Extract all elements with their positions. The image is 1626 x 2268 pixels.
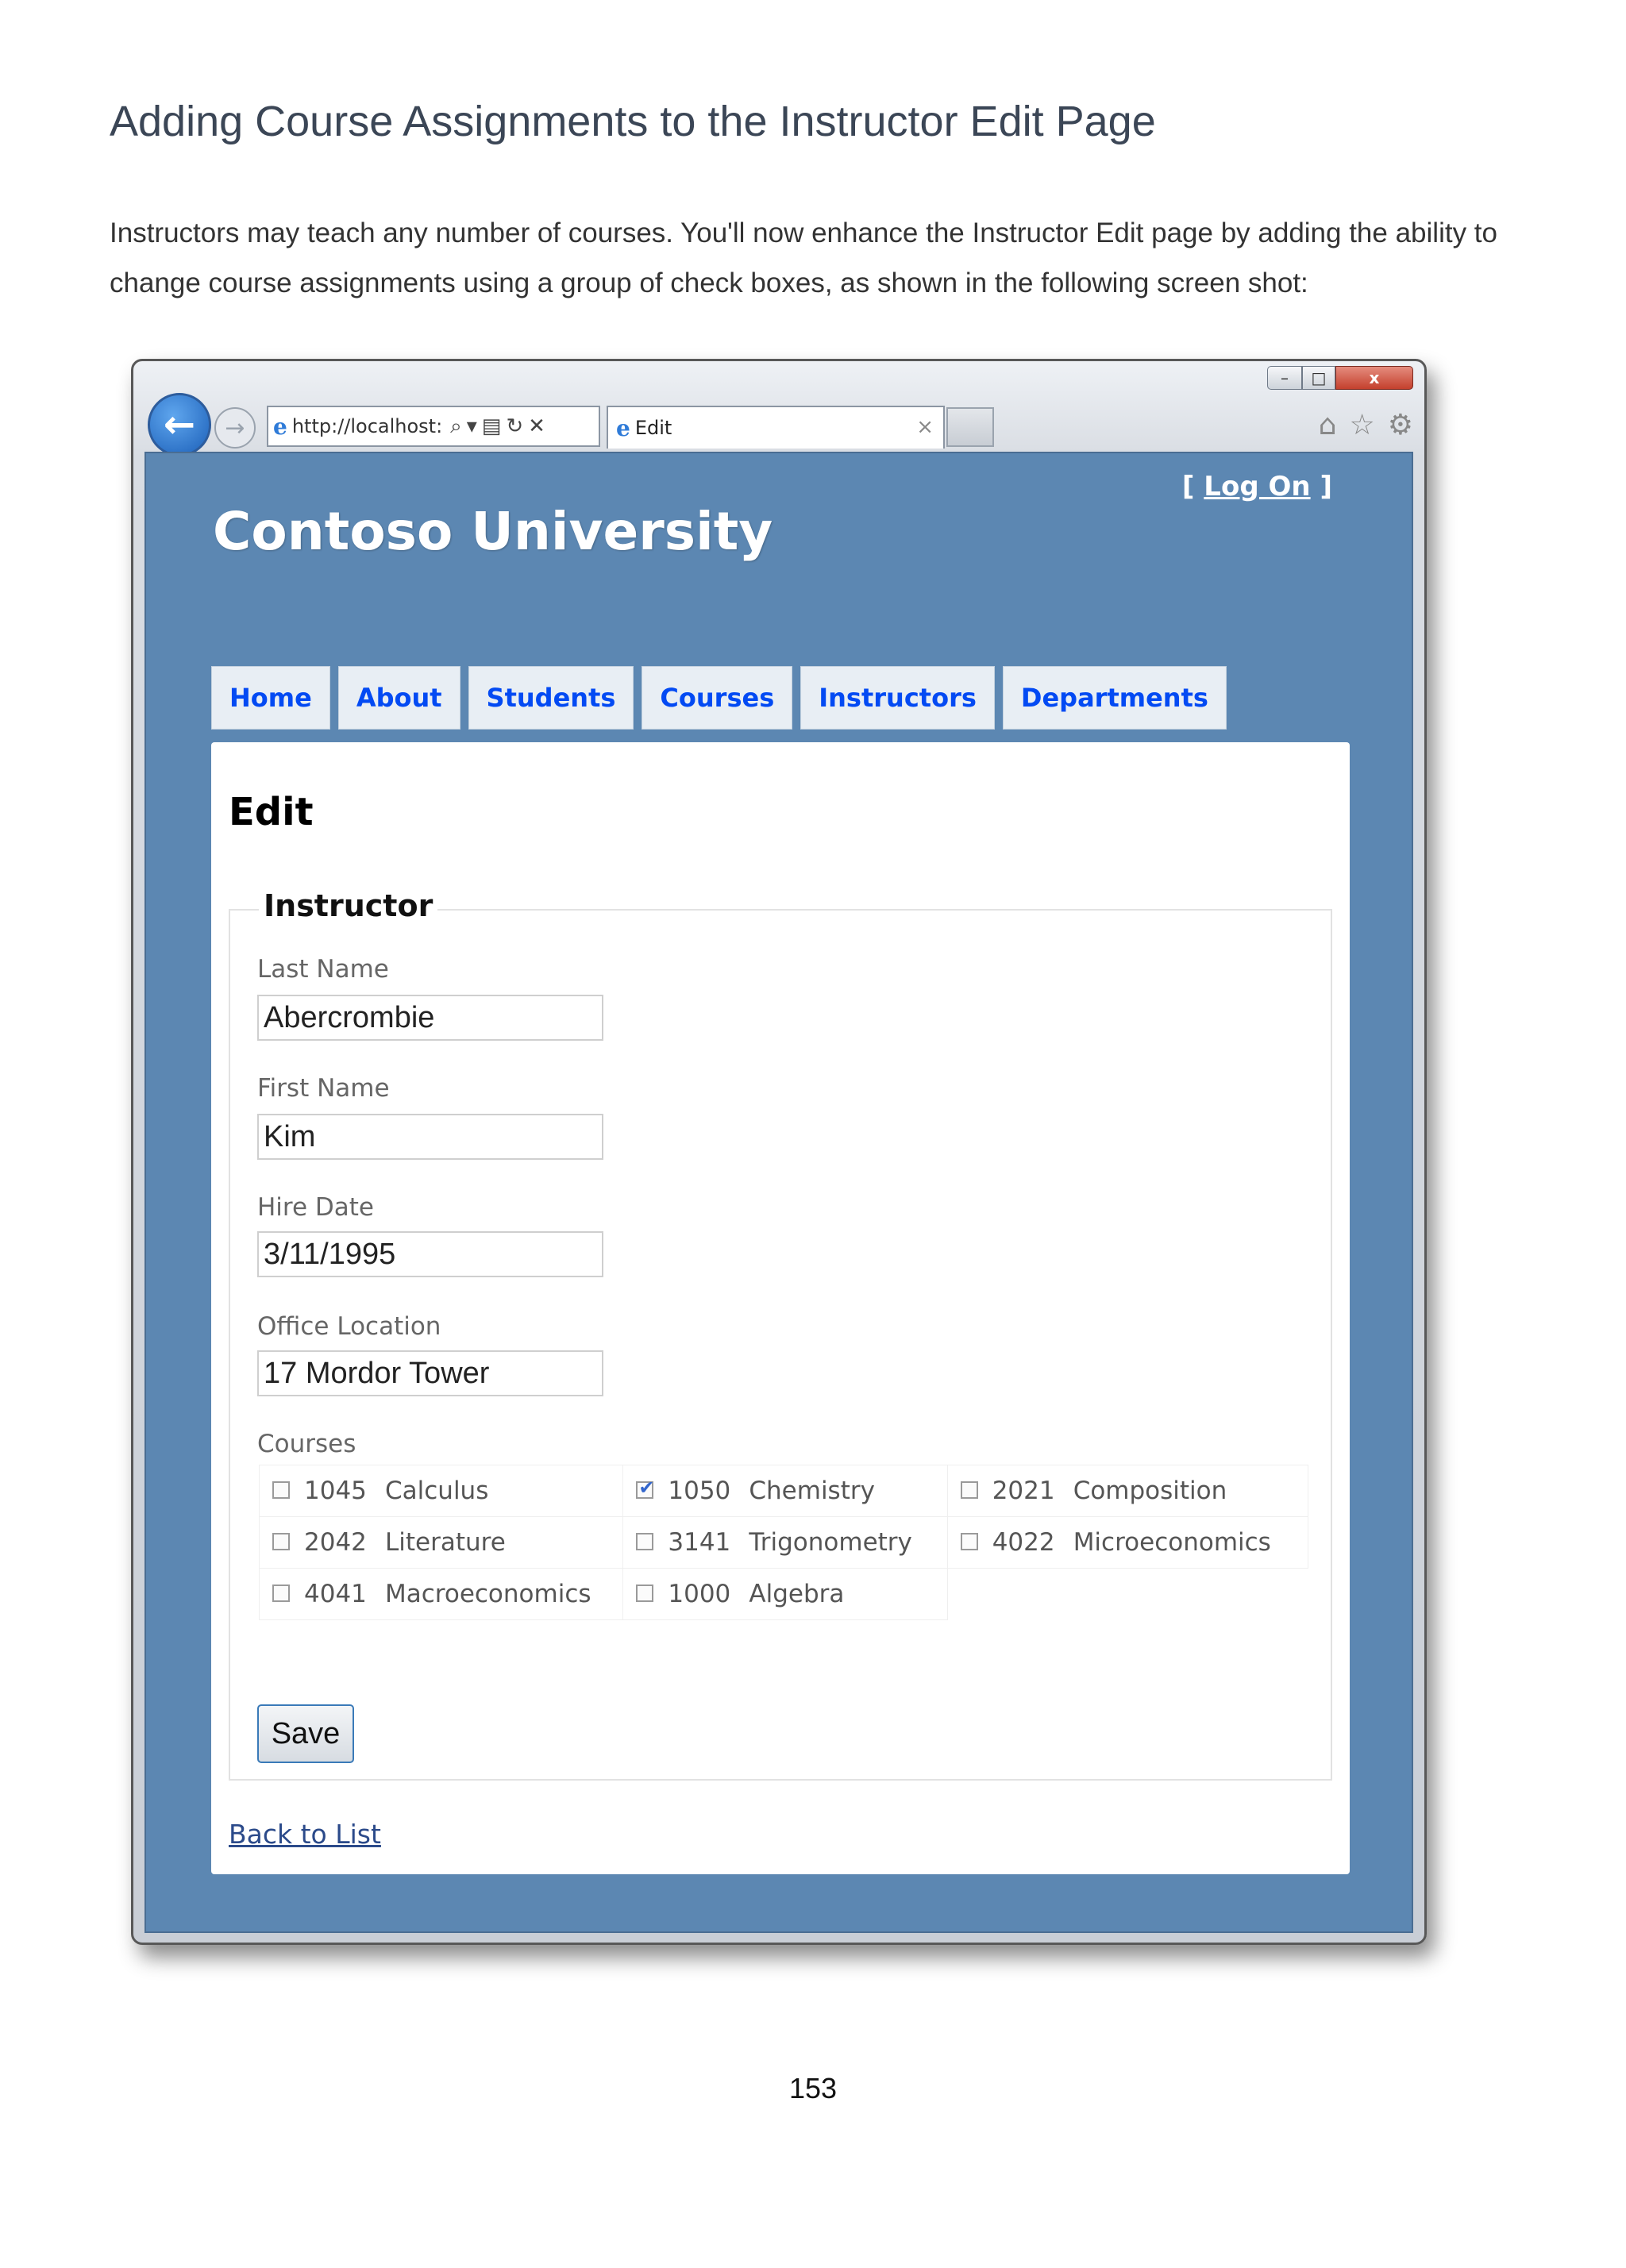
menu-about[interactable]: About	[337, 666, 460, 730]
course-name: Chemistry	[749, 1477, 875, 1505]
log-on-link[interactable]: Log On	[1204, 471, 1310, 503]
search-icon[interactable]: ⌕	[450, 414, 467, 438]
course-cell: 3141 Trigonometry	[622, 1516, 948, 1569]
star-icon[interactable]: ☆	[1349, 409, 1374, 441]
back-button[interactable]: ←	[148, 393, 211, 456]
browser-tab-edit[interactable]: e Edit ×	[607, 406, 945, 449]
course-name: Macroeconomics	[385, 1580, 591, 1608]
course-id: 3141	[668, 1528, 731, 1557]
site-title: Contoso University	[213, 501, 773, 562]
table-row: 1045 Calculus 1050 Chemistry 2021 Compositi…	[258, 1465, 1309, 1517]
login-bracket-close: ]	[1310, 471, 1332, 503]
menu-courses[interactable]: Courses	[642, 666, 793, 730]
ie-icon: e	[616, 414, 630, 441]
course-id: 1045	[304, 1477, 367, 1505]
document-heading: Adding Course Assignments to the Instruc…	[110, 98, 1156, 145]
course-id: 4022	[992, 1528, 1055, 1557]
courses-label: Courses	[257, 1430, 356, 1458]
ie-icon: e	[273, 413, 287, 440]
browser-window: – □ x ← → e http://localhost: ⌕▾▤↻✕ e Ed…	[131, 359, 1427, 1945]
window-controls: – □ x	[1267, 366, 1413, 390]
page-number: 153	[788, 2072, 838, 2104]
compatibility-icon[interactable]: ▤	[482, 414, 507, 438]
course-id: 2042	[304, 1528, 367, 1557]
login-display: [ Log On ]	[1182, 471, 1332, 503]
address-bar-icons[interactable]: ⌕▾▤↻✕	[450, 414, 550, 439]
tab-title: Edit	[634, 417, 672, 439]
page-viewport: [ Log On ] Contoso University Home About…	[144, 452, 1413, 1933]
document-paragraph: Instructors may teach any number of cour…	[110, 218, 1497, 298]
empty-course-cell	[947, 1569, 1308, 1620]
last-name-input[interactable]: Abercrombie	[257, 995, 603, 1041]
course-checkbox[interactable]	[636, 1532, 654, 1550]
course-checkbox[interactable]	[960, 1481, 978, 1499]
course-checkbox[interactable]	[636, 1584, 654, 1602]
address-text[interactable]: http://localhost:	[292, 415, 442, 437]
course-name: Composition	[1073, 1477, 1227, 1505]
first-name-input[interactable]: Kim	[257, 1114, 603, 1160]
course-id: 2021	[992, 1477, 1055, 1505]
last-name-label: Last Name	[257, 955, 389, 984]
course-cell: 1000 Algebra	[622, 1568, 948, 1620]
home-icon[interactable]: ⌂	[1319, 409, 1337, 441]
course-name: Trigonometry	[749, 1528, 912, 1557]
main-content: Edit Instructor Last Name Abercrombie Fi…	[211, 742, 1350, 1874]
course-name: Microeconomics	[1073, 1528, 1271, 1557]
fieldset-legend: Instructor	[259, 888, 438, 923]
main-menu: Home About Students Courses Instructors …	[211, 666, 1227, 730]
course-id: 1050	[668, 1477, 731, 1505]
course-checkbox[interactable]	[636, 1477, 654, 1499]
first-name-label: First Name	[257, 1074, 390, 1103]
menu-home[interactable]: Home	[211, 666, 330, 730]
course-checkbox[interactable]	[960, 1532, 978, 1550]
course-cell: 4022 Microeconomics	[946, 1516, 1309, 1569]
course-cell: 1045 Calculus	[258, 1465, 624, 1517]
close-tab-icon[interactable]: ×	[916, 415, 934, 439]
arrow-right-icon: →	[225, 414, 245, 442]
course-checkbox[interactable]	[272, 1481, 290, 1499]
table-row: 2042 Literature 3141 Trigonometry 4022 Micr…	[258, 1516, 1309, 1569]
back-to-list-link[interactable]: Back to List	[229, 1819, 381, 1850]
courses-table: 1045 Calculus 1050 Chemistry 2021 Compositi…	[258, 1465, 1309, 1620]
course-cell: 1050 Chemistry	[622, 1465, 948, 1517]
course-cell: 2042 Literature	[258, 1516, 624, 1569]
table-row: 4041 Macroeconomics 1000 Algebra	[258, 1568, 1308, 1620]
course-name: Literature	[385, 1528, 506, 1557]
stop-icon[interactable]: ✕	[528, 414, 550, 438]
gear-icon[interactable]: ⚙	[1388, 409, 1413, 441]
arrow-left-icon: ←	[163, 402, 196, 447]
course-name: Calculus	[385, 1477, 489, 1505]
course-checkbox[interactable]	[272, 1532, 290, 1550]
hire-date-input[interactable]: 3/11/1995	[257, 1231, 603, 1277]
dropdown-arrow-icon[interactable]: ▾	[467, 414, 482, 438]
forward-button[interactable]: →	[214, 407, 256, 449]
course-name: Algebra	[749, 1580, 845, 1608]
maximize-button[interactable]: □	[1302, 366, 1335, 390]
office-location-input[interactable]: 17 Mordor Tower	[257, 1350, 603, 1396]
course-id: 1000	[668, 1580, 731, 1608]
menu-instructors[interactable]: Instructors	[800, 666, 995, 730]
browser-toolbar: ⌂ ☆ ⚙	[1319, 409, 1413, 441]
save-button[interactable]: Save	[257, 1704, 354, 1763]
hire-date-label: Hire Date	[257, 1193, 375, 1222]
refresh-icon[interactable]: ↻	[506, 414, 528, 438]
instructor-fieldset: Instructor Last Name Abercrombie First N…	[229, 888, 1332, 1781]
close-window-button[interactable]: x	[1335, 366, 1413, 390]
minimize-button[interactable]: –	[1267, 366, 1302, 390]
office-location-label: Office Location	[257, 1312, 441, 1341]
menu-students[interactable]: Students	[468, 666, 634, 730]
course-id: 4041	[304, 1580, 367, 1608]
page-title: Edit	[229, 790, 314, 834]
menu-departments[interactable]: Departments	[1002, 666, 1227, 730]
course-cell: 4041 Macroeconomics	[258, 1568, 624, 1620]
login-bracket-open: [	[1181, 471, 1204, 503]
new-tab-button[interactable]	[946, 407, 994, 447]
course-cell: 2021 Composition	[946, 1465, 1309, 1517]
course-checkbox[interactable]	[272, 1584, 290, 1602]
address-bar[interactable]: e http://localhost: ⌕▾▤↻✕	[267, 406, 600, 447]
